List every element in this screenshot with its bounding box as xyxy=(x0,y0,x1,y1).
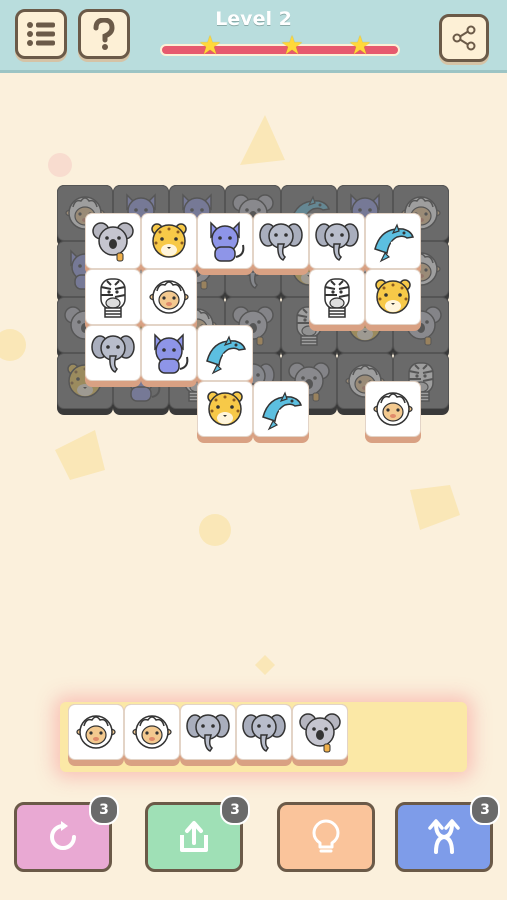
sheep-icon xyxy=(132,715,172,749)
tile-zebra[interactable] xyxy=(85,269,141,331)
shuffle-icon xyxy=(428,819,460,854)
elephant-icon xyxy=(186,714,230,752)
dolphin-icon xyxy=(374,223,414,263)
tile-elephant[interactable] xyxy=(180,704,236,766)
undo-count-badge: 3 xyxy=(89,795,119,825)
tile-board xyxy=(57,185,457,443)
elephant-icon xyxy=(91,335,135,373)
elephant-icon xyxy=(242,714,286,752)
tile-elephant[interactable] xyxy=(309,213,365,275)
lightbulb-icon xyxy=(312,819,340,853)
tile-leopard[interactable] xyxy=(365,269,421,331)
return-tiles-icon xyxy=(180,821,208,852)
sheep-icon xyxy=(149,280,189,314)
tile-dolphin[interactable] xyxy=(197,325,253,387)
sheep-icon xyxy=(373,392,413,426)
tile-leopard[interactable] xyxy=(141,213,197,275)
undo-button[interactable]: 3 xyxy=(14,795,119,872)
leopard-icon xyxy=(375,279,411,314)
cat-icon xyxy=(210,221,245,262)
star-icon: ★ xyxy=(280,31,304,61)
tile-sheep[interactable] xyxy=(124,704,180,766)
return-tiles-button[interactable]: 3 xyxy=(145,795,250,872)
star-icon: ★ xyxy=(198,31,222,61)
share-icon xyxy=(452,25,476,51)
koala-icon xyxy=(299,713,341,753)
return-count-badge: 3 xyxy=(220,795,250,825)
zebra-icon xyxy=(100,278,126,318)
dolphin-icon xyxy=(262,391,302,431)
leopard-icon xyxy=(151,223,187,258)
zebra-icon xyxy=(324,278,350,318)
tile-zebra[interactable] xyxy=(309,269,365,331)
sheep-icon xyxy=(76,715,116,749)
hint-button[interactable] xyxy=(277,802,375,872)
share-button[interactable] xyxy=(439,14,489,62)
tile-dolphin[interactable] xyxy=(365,213,421,275)
tile-leopard[interactable] xyxy=(197,381,253,443)
star-icon: ★ xyxy=(348,31,372,61)
tile-elephant[interactable] xyxy=(85,325,141,387)
tile-cat[interactable] xyxy=(141,325,197,387)
shuffle-count-badge: 3 xyxy=(470,795,500,825)
dolphin-icon xyxy=(206,335,246,375)
tile-cat[interactable] xyxy=(197,213,253,275)
tile-sheep[interactable] xyxy=(68,704,124,766)
collection-tray xyxy=(60,702,467,772)
cat-icon xyxy=(154,333,189,374)
shuffle-button[interactable]: 3 xyxy=(395,795,500,872)
tile-elephant[interactable] xyxy=(236,704,292,766)
tile-koala[interactable] xyxy=(292,704,348,766)
tile-koala[interactable] xyxy=(85,213,141,275)
tile-sheep[interactable] xyxy=(141,269,197,331)
undo-icon xyxy=(50,821,76,850)
tile-elephant[interactable] xyxy=(253,213,309,275)
level-title: Level 2 xyxy=(215,8,292,30)
tile-sheep[interactable] xyxy=(365,381,421,443)
leopard-icon xyxy=(207,391,243,426)
tile-dolphin[interactable] xyxy=(253,381,309,443)
level-progress-bar: ★ ★ ★ xyxy=(160,33,400,59)
elephant-icon xyxy=(259,223,303,261)
koala-icon xyxy=(92,222,134,262)
elephant-icon xyxy=(315,223,359,261)
